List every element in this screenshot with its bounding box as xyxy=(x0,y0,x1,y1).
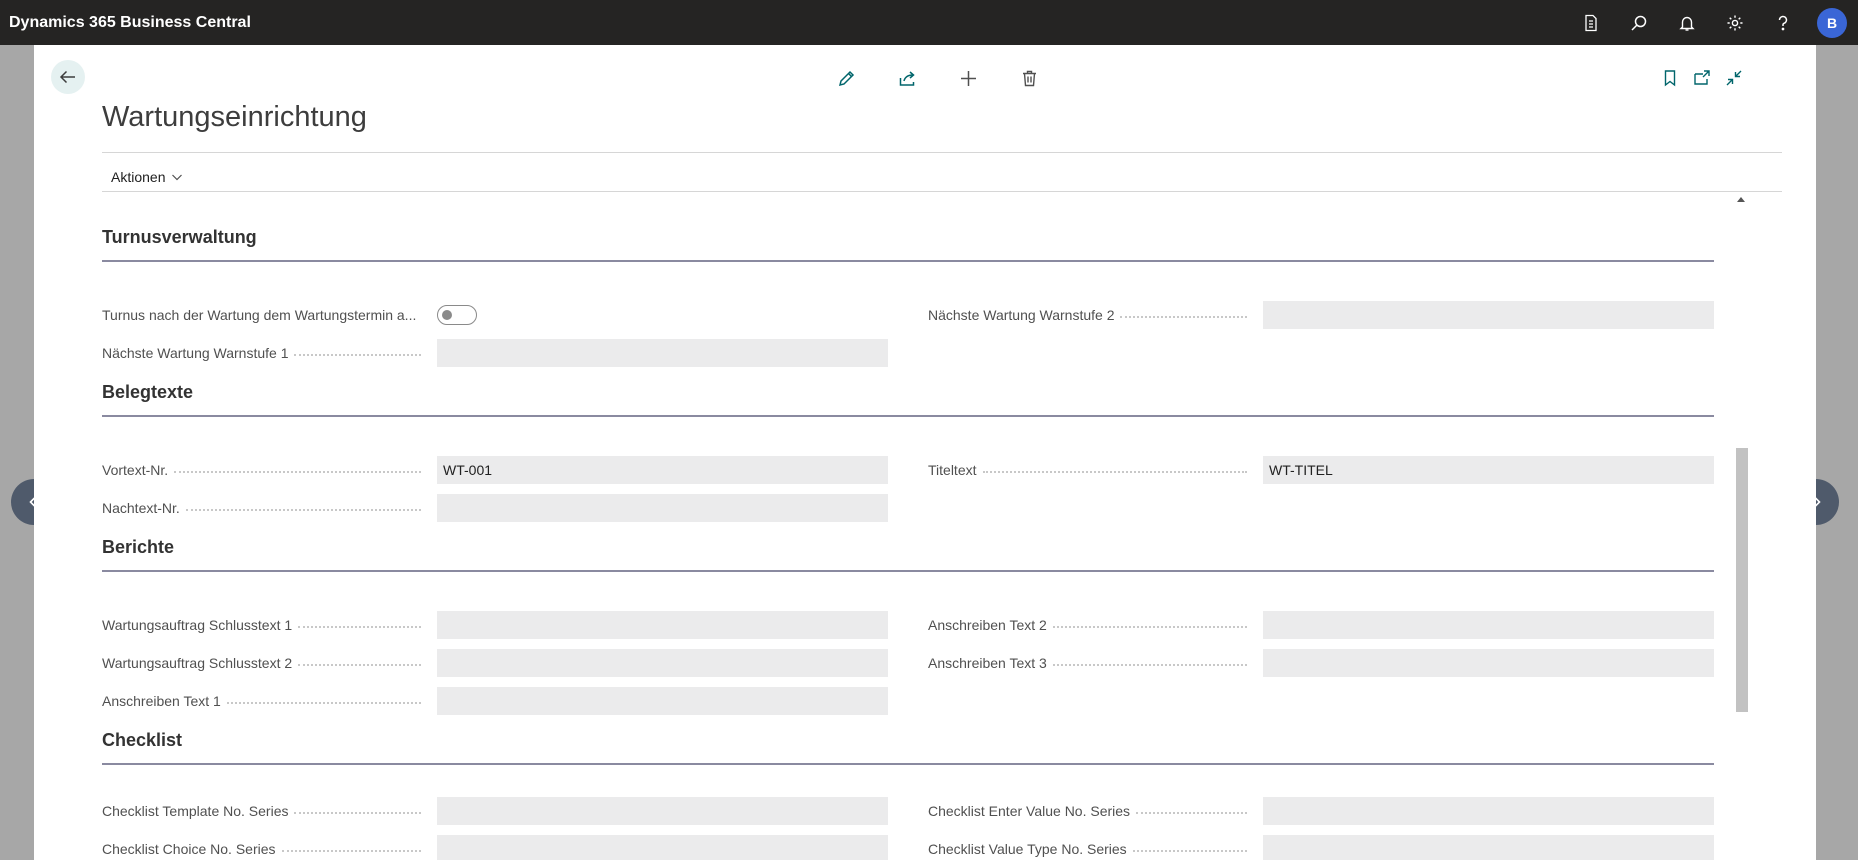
document-icon[interactable] xyxy=(1567,0,1615,45)
turnus-toggle[interactable] xyxy=(437,305,477,325)
actions-menu-label: Aktionen xyxy=(111,169,166,185)
field-label: Checklist Enter Value No. Series xyxy=(928,802,1251,820)
warnstufe-2-input[interactable] xyxy=(1263,301,1714,329)
field-checklist-choice: Checklist Choice No. Series xyxy=(102,835,888,860)
field-checklist-template: Checklist Template No. Series xyxy=(102,797,888,825)
field-checklist-value-type: Checklist Value Type No. Series xyxy=(928,835,1714,860)
field-label: Checklist Choice No. Series xyxy=(102,840,425,858)
anschreiben-3-input[interactable] xyxy=(1263,649,1714,677)
field-label: Checklist Value Type No. Series xyxy=(928,840,1251,858)
section-checklist: Checklist Checklist Template No. Series … xyxy=(102,730,1718,860)
edit-button[interactable] xyxy=(816,65,877,91)
new-button[interactable] xyxy=(938,65,999,91)
section-title[interactable]: Berichte xyxy=(102,537,174,558)
section-divider xyxy=(102,260,1714,262)
field-schlusstext-2: Wartungsauftrag Schlusstext 2 xyxy=(102,649,888,677)
scroll-thumb[interactable] xyxy=(1736,448,1748,712)
scrollbar[interactable] xyxy=(1734,193,1748,860)
field-anschreiben-3: Anschreiben Text 3 xyxy=(928,649,1714,677)
warnstufe-1-input[interactable] xyxy=(437,339,888,367)
section-divider xyxy=(102,570,1714,572)
scroll-up-arrow-icon[interactable] xyxy=(1737,197,1745,202)
actions-divider xyxy=(102,191,1782,192)
bookmark-icon xyxy=(1664,70,1676,87)
page-title: Wartungseinrichtung xyxy=(102,101,367,133)
field-anschreiben-2: Anschreiben Text 2 xyxy=(928,611,1714,639)
title-divider xyxy=(102,152,1782,153)
field-schlusstext-1: Wartungsauftrag Schlusstext 1 xyxy=(102,611,888,639)
collapse-button[interactable] xyxy=(1718,65,1750,91)
field-nachtext-nr: Nachtext-Nr. xyxy=(102,494,888,522)
field-label: Checklist Template No. Series xyxy=(102,802,425,820)
record-toolbar xyxy=(816,65,1060,91)
titeltext-input[interactable]: WT-TITEL xyxy=(1263,456,1714,484)
add-icon xyxy=(961,70,976,86)
page-card: Wartungseinrichtung Aktionen Turnusverwa… xyxy=(34,45,1816,860)
share-button[interactable] xyxy=(877,65,938,91)
field-label: Wartungsauftrag Schlusstext 1 xyxy=(102,616,425,634)
section-title[interactable]: Turnusverwaltung xyxy=(102,227,257,248)
schlusstext-2-input[interactable] xyxy=(437,649,888,677)
checklist-value-type-input[interactable] xyxy=(1263,835,1714,860)
field-label: Wartungsauftrag Schlusstext 2 xyxy=(102,654,425,672)
nachtext-nr-input[interactable] xyxy=(437,494,888,522)
field-label: Nächste Wartung Warnstufe 1 xyxy=(102,344,425,362)
chevron-down-icon xyxy=(172,174,183,181)
arrow-left-icon xyxy=(59,70,75,84)
section-title[interactable]: Checklist xyxy=(102,730,182,751)
delete-button[interactable] xyxy=(999,65,1060,91)
app-bar-tools: B xyxy=(1567,0,1858,45)
section-divider xyxy=(102,763,1714,765)
field-label: Titeltext xyxy=(928,461,1251,479)
toggle-knob xyxy=(442,310,452,320)
open-new-window-icon xyxy=(1694,70,1710,85)
avatar[interactable]: B xyxy=(1817,7,1847,38)
field-label: Nachtext-Nr. xyxy=(102,499,425,517)
search-icon[interactable] xyxy=(1615,0,1663,45)
back-button[interactable] xyxy=(51,60,85,94)
bookmark-button[interactable] xyxy=(1654,65,1686,91)
field-label: Nächste Wartung Warnstufe 2 xyxy=(928,306,1251,324)
section-title[interactable]: Belegtexte xyxy=(102,382,193,403)
vortext-nr-input[interactable]: WT-001 xyxy=(437,456,888,484)
schlusstext-1-input[interactable] xyxy=(437,611,888,639)
checklist-template-input[interactable] xyxy=(437,797,888,825)
section-berichte: Berichte Wartungsauftrag Schlusstext 1 W… xyxy=(102,537,1718,715)
field-anschreiben-1: Anschreiben Text 1 xyxy=(102,687,888,715)
field-label: Turnus nach der Wartung dem Wartungsterm… xyxy=(102,307,417,323)
app-title[interactable]: Dynamics 365 Business Central xyxy=(0,14,251,32)
anschreiben-1-input[interactable] xyxy=(437,687,888,715)
help-icon[interactable] xyxy=(1759,0,1807,45)
field-label: Anschreiben Text 3 xyxy=(928,654,1251,672)
share-icon xyxy=(899,70,915,86)
edit-icon xyxy=(838,70,855,86)
field-vortext-nr: Vortext-Nr. WT-001 xyxy=(102,456,888,484)
page-options-toolbar xyxy=(1654,65,1750,91)
section-turnusverwaltung: Turnusverwaltung Turnus nach der Wartung… xyxy=(102,227,1718,367)
field-turnus-toggle: Turnus nach der Wartung dem Wartungsterm… xyxy=(102,301,882,329)
field-titeltext: Titeltext WT-TITEL xyxy=(928,456,1714,484)
checklist-enter-value-input[interactable] xyxy=(1263,797,1714,825)
field-label: Vortext-Nr. xyxy=(102,461,425,479)
app-bar: Dynamics 365 Business Central B xyxy=(0,0,1858,45)
field-checklist-enter-value: Checklist Enter Value No. Series xyxy=(928,797,1714,825)
anschreiben-2-input[interactable] xyxy=(1263,611,1714,639)
field-warnstufe-1: Nächste Wartung Warnstufe 1 xyxy=(102,339,888,367)
bell-icon[interactable] xyxy=(1663,0,1711,45)
open-new-window-button[interactable] xyxy=(1686,65,1718,91)
field-label: Anschreiben Text 2 xyxy=(928,616,1251,634)
collapse-icon xyxy=(1726,70,1742,86)
gear-icon[interactable] xyxy=(1711,0,1759,45)
delete-icon xyxy=(1023,70,1036,86)
actions-menu[interactable]: Aktionen xyxy=(111,163,183,191)
section-divider xyxy=(102,415,1714,417)
field-warnstufe-2: Nächste Wartung Warnstufe 2 xyxy=(928,301,1714,329)
section-belegtexte: Belegtexte Vortext-Nr. WT-001 Nachtext-N… xyxy=(102,382,1718,522)
form-content: Turnusverwaltung Turnus nach der Wartung… xyxy=(102,193,1718,860)
field-label: Anschreiben Text 1 xyxy=(102,692,425,710)
checklist-choice-input[interactable] xyxy=(437,835,888,860)
